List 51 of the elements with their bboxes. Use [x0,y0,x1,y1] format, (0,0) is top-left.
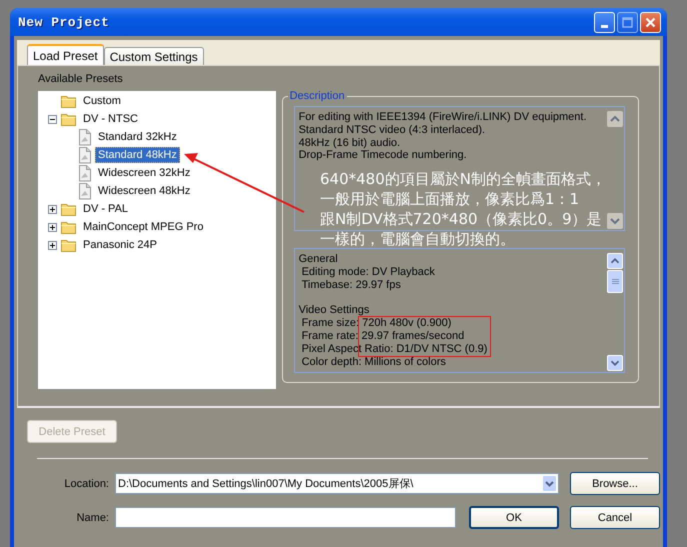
tree-item[interactable]: DV - PAL [80,201,132,217]
name-field[interactable] [115,507,456,528]
annotation-note: 640*480的項目屬於N制的全幀畫面格式， 一般用於電腦上面播放，像素比爲1：1 跟N制DV格式720*480（像素比0。9）是 一樣的，電腦會自動切換的。 [320,169,606,249]
cancel-button[interactable]: Cancel [570,506,660,529]
close-button[interactable] [640,12,661,32]
folder-icon [61,220,76,234]
summary-line: Frame rate: 29.97 frames/second [300,330,466,343]
summary-line: Frame size: 720h 480v (0.900) [300,317,452,330]
collapse-icon[interactable] [48,114,56,124]
group-title: Description [288,90,346,102]
summary-heading: Video Settings [298,304,370,318]
summary-line: Color depth: Millions of colors [300,356,447,368]
expand-icon[interactable] [48,240,56,250]
browse-button[interactable]: Browse... [570,472,660,495]
grip-icon [612,279,618,284]
tree-item[interactable]: Panasonic 24P [80,237,160,253]
tree-item[interactable]: MainConcept MPEG Pro [80,219,206,235]
window-title: New Project [18,14,110,30]
minimize-button[interactable] [594,12,615,32]
tree-item[interactable]: Widescreen 48kHz [95,183,194,199]
tree-item[interactable]: DV - NTSC [80,111,141,127]
expand-icon[interactable] [48,222,56,232]
document-icon [79,146,91,164]
tree-item[interactable]: Standard 32kHz [95,129,180,145]
tab[interactable]: Custom Settings [104,47,204,65]
summary-heading: General [298,253,339,266]
ok-button[interactable]: OK [469,506,559,529]
maximize-button[interactable] [617,12,638,32]
description-text: For editing with IEEE1394 (FireWire/i.LINK) DV equipment. Standard NTSC video (4:3 interlaced). 48kHz (16 bit) audio. Drop-Frame Timecode numbering. [298,111,587,162]
field-label: Name: [76,512,110,524]
field-label: Location: [63,478,110,490]
location-dropdown[interactable]: D:\Documents and Settings\lin007\My Documents\2005屏保\ [115,473,559,494]
section-label: Available Presets [38,73,124,87]
tree-item[interactable]: Custom [80,93,124,109]
folder-icon [61,238,76,252]
maximize-icon [622,16,633,28]
expand-icon[interactable] [48,204,56,214]
folder-icon [61,112,76,126]
folder-icon [61,94,76,108]
tab[interactable]: Load Preset [27,44,104,65]
folder-icon [61,202,76,216]
summary-line: Timebase: 29.97 fps [300,278,402,292]
scrollbar-thumb[interactable] [607,270,623,293]
document-icon [79,164,91,182]
document-icon [79,128,91,146]
tree-item[interactable]: Widescreen 32kHz [95,165,194,181]
summary-line: Editing mode: DV Playback [300,266,436,279]
close-icon [645,16,656,28]
tree-item[interactable]: Standard 48kHz [95,147,180,163]
minimize-icon [601,24,608,28]
document-icon [79,182,91,200]
